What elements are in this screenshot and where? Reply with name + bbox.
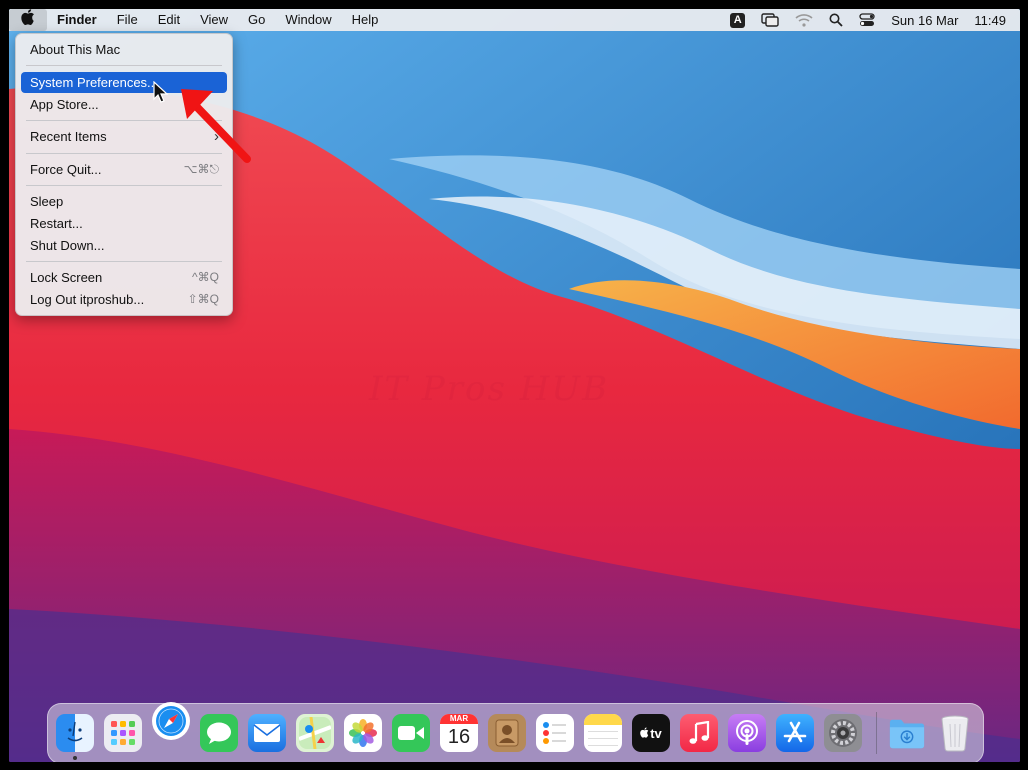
menu-item-shortcut: ⇧⌘Q [187,292,219,306]
dock: MAR 16 tv [47,702,984,762]
menu-bar: Finder File Edit View Go Window Help A S… [9,9,1020,31]
apple-logo-icon [21,9,35,28]
menu-item-log-out[interactable]: Log Out itproshub... ⇧⌘Q [21,289,227,310]
menu-item-label: Recent Items [30,129,107,144]
control-center-icon[interactable] [859,13,875,27]
finder-icon[interactable] [56,714,94,752]
menu-item-label: App Store... [30,97,99,112]
running-indicator [73,756,77,760]
launchpad-icon[interactable] [104,714,142,752]
calendar-icon[interactable]: MAR 16 [440,714,478,752]
photos-icon[interactable] [344,714,382,752]
menu-separator [26,261,222,262]
keyboard-input-icon[interactable]: A [730,12,746,28]
menu-item-label: Force Quit... [30,162,102,177]
red-arrow-annotation-icon [181,89,251,163]
menu-window[interactable]: Window [275,9,341,31]
menu-view[interactable]: View [190,9,238,31]
apple-menu-dropdown: About This Mac System Preferences... App… [15,33,233,316]
menu-item-shortcut: ^⌘Q [192,270,219,284]
menubar-time[interactable]: 11:49 [974,13,1006,28]
menu-item-shut-down[interactable]: Shut Down... [21,235,227,256]
menu-edit[interactable]: Edit [148,9,190,31]
calendar-day: 16 [447,726,471,748]
menu-item-label: Sleep [30,194,64,209]
maps-icon[interactable] [296,714,334,752]
menubar-app-name[interactable]: Finder [47,9,107,31]
menu-item-label: About This Mac [30,42,121,57]
mouse-pointer-icon [153,81,169,103]
menu-extras: A Sun 16 Mar 11:49 [730,9,1006,31]
wifi-icon[interactable] [795,13,813,27]
notes-icon[interactable] [584,714,622,752]
menu-item-about-this-mac[interactable]: About This Mac [21,39,227,60]
desktop[interactable]: IT Pros HUB Finder File Edit View Go Win… [9,9,1020,762]
music-icon[interactable] [680,714,718,752]
menu-item-label: Restart... [30,216,83,231]
reminders-icon[interactable] [536,714,574,752]
menu-item-label: Log Out itproshub... [30,292,145,307]
apple-tv-icon[interactable]: tv [632,714,670,752]
spotlight-search-icon[interactable] [829,13,843,27]
facetime-icon[interactable] [392,714,430,752]
watermark: IT Pros HUB [369,369,610,409]
menu-separator [26,185,222,186]
menu-item-lock-screen[interactable]: Lock Screen ^⌘Q [21,267,227,288]
apple-logo-icon [640,726,649,741]
menu-item-sleep[interactable]: Sleep [21,191,227,212]
safari-icon[interactable] [152,702,190,740]
downloads-folder-icon[interactable] [888,714,926,752]
trash-icon[interactable] [936,714,974,752]
screen-mirroring-icon[interactable] [761,13,779,27]
menu-go[interactable]: Go [238,9,275,31]
apple-menu-button[interactable] [9,9,47,31]
system-preferences-icon[interactable] [824,714,862,752]
calendar-month: MAR [440,714,478,724]
menu-item-label: System Preferences... [30,75,158,90]
menu-item-restart[interactable]: Restart... [21,213,227,234]
messages-icon[interactable] [200,714,238,752]
menu-separator [26,65,222,66]
menu-item-label: Shut Down... [30,238,105,253]
menu-item-label: Lock Screen [30,270,103,285]
menu-help[interactable]: Help [342,9,389,31]
dock-separator [876,712,877,754]
mail-icon[interactable] [248,714,286,752]
menubar-date[interactable]: Sun 16 Mar [891,13,958,28]
podcasts-icon[interactable] [728,714,766,752]
menu-file[interactable]: File [107,9,148,31]
contacts-icon[interactable] [488,714,526,752]
app-store-icon[interactable] [776,714,814,752]
tv-label: tv [650,725,662,741]
